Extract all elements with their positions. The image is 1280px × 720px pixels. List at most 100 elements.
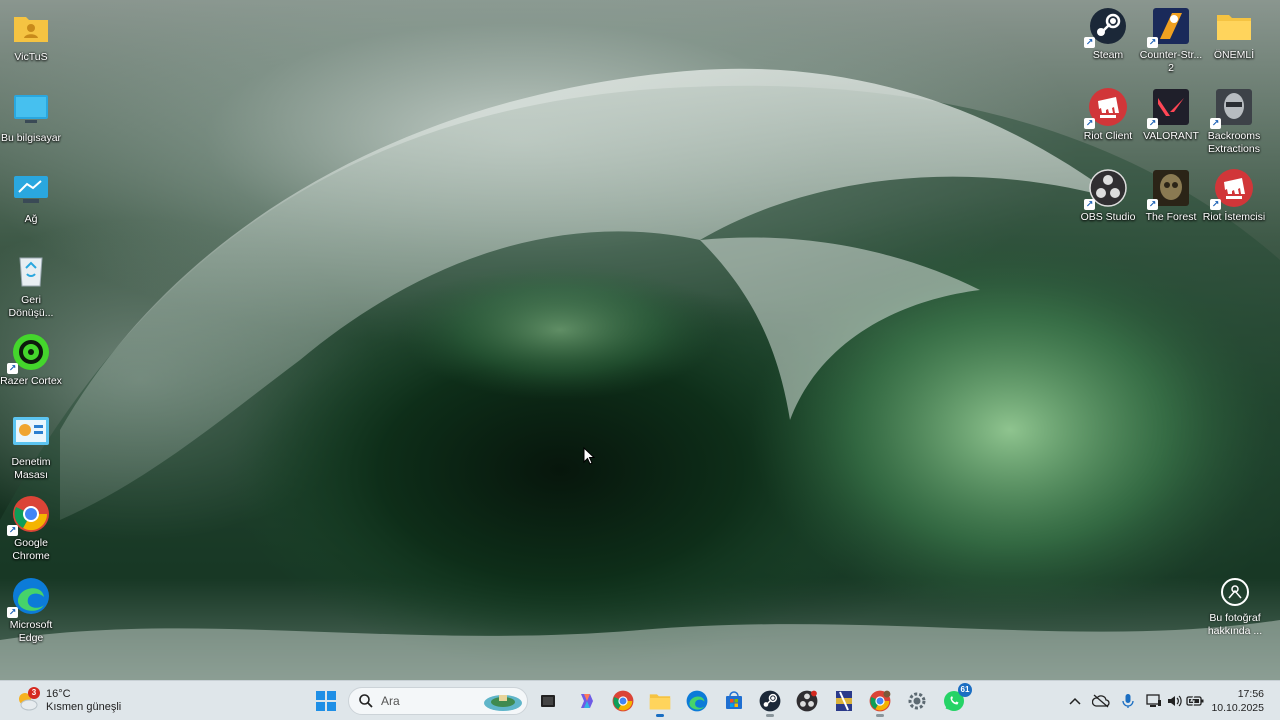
shortcut-arrow-icon: ↗ bbox=[1084, 37, 1095, 48]
desktop-icon-victus[interactable]: VicTuS bbox=[0, 8, 62, 64]
ethernet-icon bbox=[1146, 694, 1161, 707]
desktop-icon-label: VicTuS bbox=[14, 51, 48, 63]
desktop-icon-label: Counter-Str... 2 bbox=[1139, 49, 1203, 74]
running-indicator bbox=[876, 714, 884, 717]
chrome-icon bbox=[612, 690, 634, 712]
shortcut-arrow-icon: ↗ bbox=[7, 363, 18, 374]
steam-icon: ↗ bbox=[1084, 6, 1128, 48]
store-icon bbox=[726, 691, 742, 709]
desktop-icon-steam[interactable]: ↗ Steam bbox=[1077, 6, 1139, 62]
tray-network-button[interactable] bbox=[1145, 692, 1163, 710]
network-icon bbox=[11, 170, 51, 210]
running-indicator bbox=[656, 714, 664, 717]
steam-icon bbox=[759, 690, 781, 712]
desktop-icon-microsoft-edge[interactable]: ↗ Microsoft Edge bbox=[0, 576, 62, 645]
backrooms-icon: ↗ bbox=[1210, 87, 1254, 129]
tray-volume-button[interactable] bbox=[1166, 692, 1184, 710]
shortcut-arrow-icon: ↗ bbox=[7, 525, 18, 536]
taskbar-obs-button[interactable] bbox=[791, 685, 823, 717]
task-view-button[interactable] bbox=[532, 685, 564, 717]
desktop-icon-backrooms[interactable]: ↗ Backrooms Extractions bbox=[1203, 87, 1265, 156]
tray-battery-button[interactable] bbox=[1186, 692, 1204, 710]
desktop-icon-counter-strike[interactable]: ↗ Counter-Str... 2 bbox=[1140, 6, 1202, 75]
taskbar-file-explorer-button[interactable] bbox=[644, 685, 676, 717]
obs-icon: ↗ bbox=[1084, 168, 1128, 210]
taskbar-edge-button[interactable] bbox=[681, 685, 713, 717]
search-icon bbox=[359, 694, 373, 708]
windows-logo-icon bbox=[316, 691, 336, 711]
desktop-icon-label: Bu bilgisayar bbox=[0, 132, 62, 144]
riot-client-icon: ↗ bbox=[1210, 168, 1254, 210]
taskbar-whatsapp-button[interactable]: 61 bbox=[938, 683, 972, 717]
taskbar-settings-button[interactable] bbox=[901, 685, 933, 717]
shortcut-arrow-icon: ↗ bbox=[1147, 199, 1158, 210]
recycle-bin-icon bbox=[11, 251, 51, 291]
valorant-icon: ↗ bbox=[1147, 87, 1191, 129]
edge-icon: ↗ bbox=[7, 576, 51, 618]
desktop-icon-label: Steam bbox=[1092, 49, 1124, 61]
tray-cloud-sync-button[interactable] bbox=[1092, 692, 1110, 710]
gear-icon bbox=[908, 692, 926, 710]
desktop-icon-control-panel[interactable]: Denetim Masası bbox=[0, 413, 62, 482]
desktop-icon-label: OBS Studio bbox=[1080, 211, 1136, 223]
taskbar: 3 16°C Kısmen güneşli Ara 61 17:56 10.10… bbox=[0, 680, 1280, 720]
copilot-icon bbox=[581, 694, 593, 708]
folder-icon bbox=[649, 694, 671, 710]
razer-cortex-icon: ↗ bbox=[7, 332, 51, 374]
desktop-icon-onemli-folder[interactable]: ÖNEMLİ bbox=[1203, 6, 1265, 62]
shortcut-arrow-icon: ↗ bbox=[7, 607, 18, 618]
taskbar-store-button[interactable] bbox=[718, 685, 750, 717]
weather-widget[interactable]: 3 16°C Kısmen güneşli bbox=[16, 685, 121, 717]
taskbar-chrome-button[interactable] bbox=[607, 685, 639, 717]
shortcut-arrow-icon: ↗ bbox=[1210, 199, 1221, 210]
user-folder-icon bbox=[11, 8, 51, 48]
shortcut-arrow-icon: ↗ bbox=[1210, 118, 1221, 129]
desktop-icon-label: The Forest bbox=[1145, 211, 1197, 223]
desktop-icon-this-pc[interactable]: Bu bilgisayar bbox=[0, 89, 62, 145]
taskbar-steam-button[interactable] bbox=[754, 685, 786, 717]
obs-icon bbox=[796, 690, 818, 712]
about-this-photo-button[interactable]: Bu fotoğraf hakkında ... bbox=[1202, 578, 1268, 638]
camera-info-icon bbox=[1221, 578, 1249, 606]
chevron-up-icon bbox=[1069, 697, 1081, 705]
folder-icon bbox=[1214, 6, 1254, 46]
desktop-icon-obs-studio[interactable]: ↗ OBS Studio bbox=[1077, 168, 1139, 224]
chrome-icon: ↗ bbox=[7, 494, 51, 536]
the-forest-icon: ↗ bbox=[1147, 168, 1191, 210]
desktop-icon-riot-istemcisi[interactable]: ↗ Riot İstemcisi bbox=[1203, 168, 1265, 224]
search-placeholder: Ara bbox=[381, 694, 400, 708]
edge-icon bbox=[686, 690, 708, 712]
desktop-icon-label: Denetim Masası bbox=[11, 456, 51, 481]
taskbar-chrome-profile-button[interactable] bbox=[864, 685, 896, 717]
desktop-icon-google-chrome[interactable]: ↗ Google Chrome bbox=[0, 494, 62, 563]
start-button[interactable] bbox=[310, 685, 342, 717]
computer-icon bbox=[11, 89, 51, 129]
chrome-icon bbox=[869, 690, 891, 712]
shortcut-arrow-icon: ↗ bbox=[1084, 118, 1095, 129]
desktop-icon-the-forest[interactable]: ↗ The Forest bbox=[1140, 168, 1202, 224]
widget-landscape-icon bbox=[484, 695, 522, 711]
battery-charging-icon bbox=[1186, 695, 1204, 707]
taskbar-search-box[interactable]: Ara bbox=[348, 687, 528, 715]
desktop-icon-recycle-bin[interactable]: Geri Dönüşü... bbox=[0, 251, 62, 320]
desktop-icon-network[interactable]: Ağ bbox=[0, 170, 62, 226]
desktop-icon-label: Riot İstemcisi bbox=[1202, 211, 1266, 223]
weather-notification-badge: 3 bbox=[28, 687, 40, 699]
desktop-icon-riot-client[interactable]: ↗ Riot Client bbox=[1077, 87, 1139, 143]
desktop-icon-label: Backrooms Extractions bbox=[1207, 130, 1261, 155]
taskbar-clock[interactable]: 17:56 10.10.2025 bbox=[1211, 687, 1264, 715]
tray-microphone-button[interactable] bbox=[1119, 692, 1137, 710]
taskbar-winrar-button[interactable] bbox=[828, 685, 860, 717]
desktop-icon-valorant[interactable]: ↗ VALORANT bbox=[1140, 87, 1202, 143]
copilot-button[interactable] bbox=[571, 685, 603, 717]
speaker-icon bbox=[1168, 695, 1182, 707]
weather-condition: Kısmen güneşli bbox=[46, 701, 122, 713]
winrar-icon bbox=[836, 691, 852, 711]
desktop-icon-razer-cortex[interactable]: ↗ Razer Cortex bbox=[0, 332, 62, 388]
control-panel-icon bbox=[11, 413, 51, 453]
counter-strike-icon: ↗ bbox=[1147, 6, 1191, 48]
shortcut-arrow-icon: ↗ bbox=[1147, 37, 1158, 48]
task-view-icon bbox=[541, 695, 555, 707]
shortcut-arrow-icon: ↗ bbox=[1084, 199, 1095, 210]
show-hidden-icons-button[interactable] bbox=[1066, 692, 1084, 710]
